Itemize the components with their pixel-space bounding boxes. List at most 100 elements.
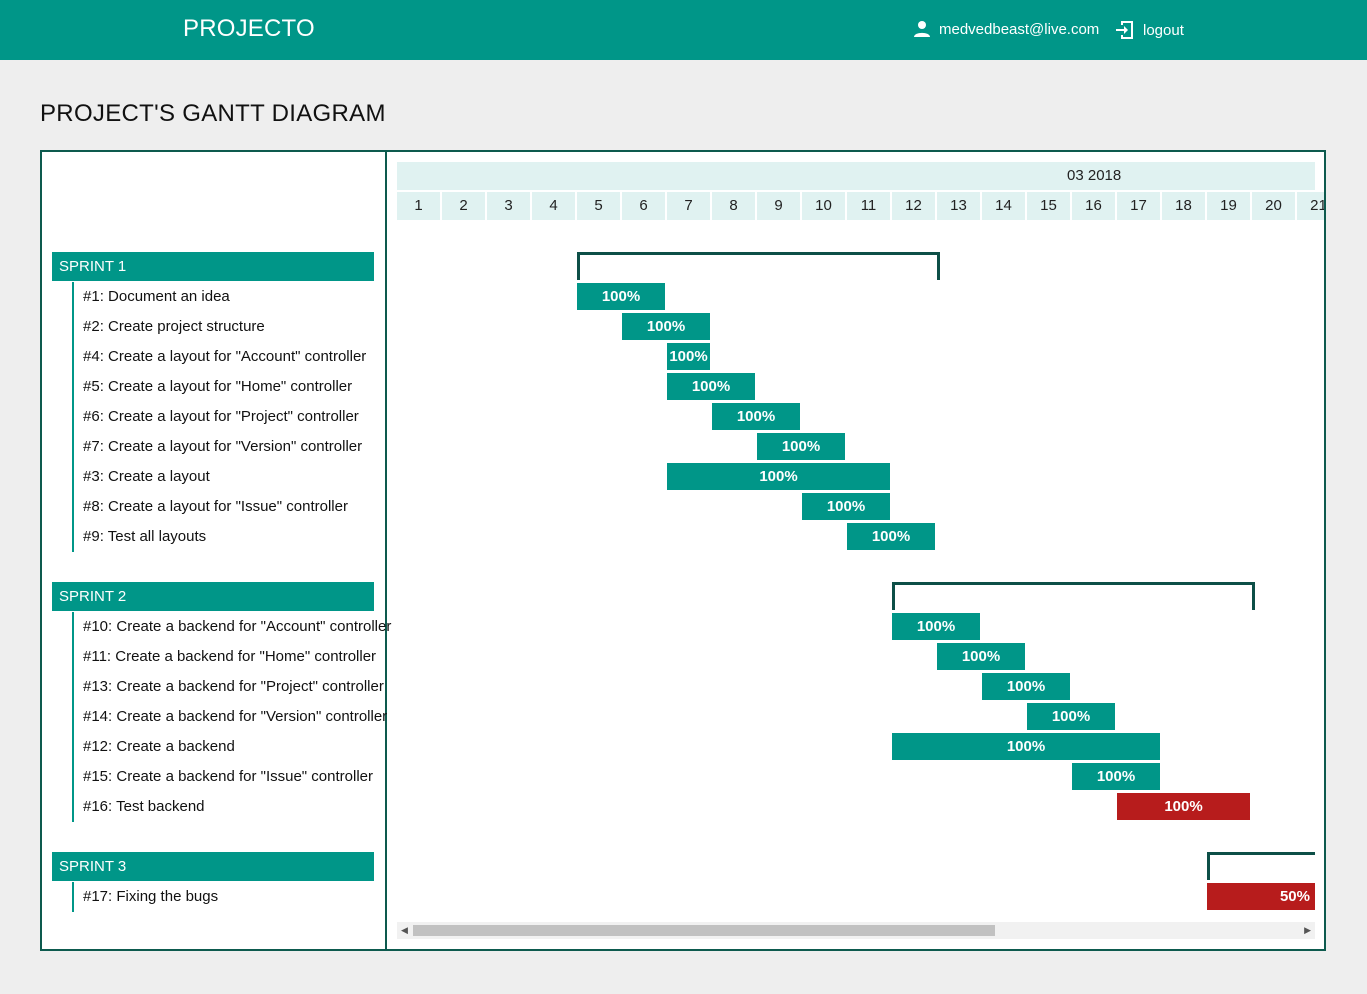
- task-row[interactable]: #1: Document an idea: [74, 282, 372, 312]
- day-cell: 4: [532, 192, 575, 220]
- task-row[interactable]: #12: Create a backend: [74, 732, 372, 762]
- task-bar[interactable]: 100%: [847, 523, 935, 550]
- task-row[interactable]: #13: Create a backend for "Project" cont…: [74, 672, 384, 702]
- day-cell: 12: [892, 192, 935, 220]
- sprint-bracket: [1207, 852, 1315, 880]
- task-id: #1: [83, 288, 100, 305]
- day-cell: 13: [937, 192, 980, 220]
- logout-button[interactable]: logout: [1115, 20, 1184, 40]
- task-row[interactable]: #15: Create a backend for "Issue" contro…: [74, 762, 373, 792]
- page-title: PROJECT'S GANTT DIAGRAM: [40, 100, 386, 127]
- task-bar[interactable]: 100%: [1027, 703, 1115, 730]
- task-group: #10: Create a backend for "Account" cont…: [72, 612, 391, 822]
- task-id: #9: [83, 528, 100, 545]
- task-row[interactable]: #7: Create a layout for "Version" contro…: [74, 432, 372, 462]
- day-cell: 16: [1072, 192, 1115, 220]
- task-bar[interactable]: 100%: [1117, 793, 1250, 820]
- task-separator: :: [108, 798, 117, 815]
- task-row[interactable]: #9: Test all layouts: [74, 522, 372, 552]
- gantt-diagram: SPRINT 1 #1: Document an idea #2: Create p…: [40, 150, 1326, 951]
- task-id: #2: [83, 318, 100, 335]
- horizontal-scrollbar[interactable]: ◀ ▶: [397, 922, 1315, 939]
- day-cell: 1: [397, 192, 440, 220]
- task-bar[interactable]: 100%: [667, 373, 755, 400]
- task-separator: :: [99, 408, 109, 425]
- top-navbar: PROJECTO medvedbeast@live.com logout: [0, 0, 1367, 60]
- day-cell: 8: [712, 192, 755, 220]
- task-separator: :: [99, 468, 109, 485]
- task-bar[interactable]: 100%: [892, 613, 980, 640]
- day-cell: 10: [802, 192, 845, 220]
- task-name: Create a backend for "Issue" controller: [116, 768, 373, 785]
- task-name: Test backend: [116, 798, 205, 815]
- task-name: Create project structure: [108, 318, 265, 335]
- logout-icon: [1116, 21, 1133, 39]
- day-cell: 17: [1117, 192, 1160, 220]
- task-name: Create a backend: [116, 738, 235, 755]
- task-bar[interactable]: 100%: [577, 283, 665, 310]
- task-id: #16: [83, 798, 109, 815]
- task-row[interactable]: #5: Create a layout for "Home" controlle…: [74, 372, 372, 402]
- day-cell: 19: [1207, 192, 1250, 220]
- task-row[interactable]: #14: Create a backend for "Version" cont…: [74, 702, 387, 732]
- task-bar[interactable]: 100%: [712, 403, 800, 430]
- day-cell: 18: [1162, 192, 1205, 220]
- task-separator: :: [99, 378, 109, 395]
- day-cell: 14: [982, 192, 1025, 220]
- day-cell: 11: [847, 192, 890, 220]
- task-bar[interactable]: 100%: [1072, 763, 1160, 790]
- task-bar[interactable]: 100%: [667, 343, 710, 370]
- task-id: #10: [83, 618, 109, 635]
- user-account[interactable]: medvedbeast@live.com: [913, 20, 1099, 38]
- task-name: Document an idea: [108, 288, 230, 305]
- timeline-header: 03 2018 1 2 3 4 5 6 7 8 9 10 11 12 13 14 15 16 17 18 19 20 2…: [397, 162, 1324, 220]
- scrollbar-thumb[interactable]: [413, 925, 995, 936]
- task-row[interactable]: #8: Create a layout for "Issue" controll…: [74, 492, 372, 522]
- task-name: Fixing the bugs: [116, 888, 219, 905]
- task-name: Create a layout for "Home" controller: [108, 378, 353, 395]
- task-bar[interactable]: 50%: [1207, 883, 1315, 910]
- task-id: #4: [83, 348, 100, 365]
- scroll-left-arrow-icon[interactable]: ◀: [401, 925, 408, 936]
- day-row: 1 2 3 4 5 6 7 8 9 10 11 12 13 14 15 16 17 18 19 20 21: [397, 192, 1324, 220]
- task-row[interactable]: #4: Create a layout for "Account" contro…: [74, 342, 372, 372]
- task-name: Create a backend for "Version" controlle…: [116, 708, 388, 725]
- task-bar[interactable]: 100%: [937, 643, 1025, 670]
- day-cell: 21: [1297, 192, 1324, 220]
- task-row[interactable]: #2: Create project structure: [74, 312, 372, 342]
- task-id: #6: [83, 408, 100, 425]
- task-bar[interactable]: 100%: [982, 673, 1070, 700]
- task-name: Test all layouts: [107, 528, 207, 545]
- task-row[interactable]: #16: Test backend: [74, 792, 372, 822]
- task-bar[interactable]: 100%: [892, 733, 1160, 760]
- task-id: #13: [83, 678, 109, 695]
- day-cell: 7: [667, 192, 710, 220]
- task-name: Create a layout: [108, 468, 210, 485]
- task-bar[interactable]: 100%: [622, 313, 710, 340]
- day-cell: 6: [622, 192, 665, 220]
- sprint-header[interactable]: SPRINT 1: [52, 252, 374, 281]
- task-row[interactable]: #3: Create a layout: [74, 462, 372, 492]
- task-row[interactable]: #11: Create a backend for "Home" control…: [74, 642, 376, 672]
- sprint-bracket: [892, 582, 1255, 610]
- task-row[interactable]: #17: Fixing the bugs: [74, 882, 372, 912]
- brand-logo[interactable]: PROJECTO: [183, 15, 315, 43]
- sprint-header[interactable]: SPRINT 2: [52, 582, 374, 611]
- task-id: #17: [83, 888, 109, 905]
- sprint-header[interactable]: SPRINT 3: [52, 852, 374, 881]
- task-separator: :: [99, 528, 108, 545]
- user-icon: [914, 21, 930, 37]
- day-cell: 20: [1252, 192, 1295, 220]
- task-row[interactable]: #10: Create a backend for "Account" cont…: [74, 612, 391, 642]
- task-bar[interactable]: 100%: [757, 433, 845, 460]
- scroll-right-arrow-icon[interactable]: ▶: [1304, 925, 1311, 936]
- task-row[interactable]: #6: Create a layout for "Project" contro…: [74, 402, 372, 432]
- task-separator: :: [99, 498, 109, 515]
- sprint-bracket: [577, 252, 940, 280]
- day-cell: 5: [577, 192, 620, 220]
- task-bar[interactable]: 100%: [667, 463, 890, 490]
- timeline-panel: 03 2018 1 2 3 4 5 6 7 8 9 10 11 12 13 14 15 16 17 18 19 20 2…: [387, 152, 1324, 949]
- user-email: medvedbeast@live.com: [939, 20, 1100, 38]
- task-separator: :: [106, 648, 116, 665]
- task-bar[interactable]: 100%: [802, 493, 890, 520]
